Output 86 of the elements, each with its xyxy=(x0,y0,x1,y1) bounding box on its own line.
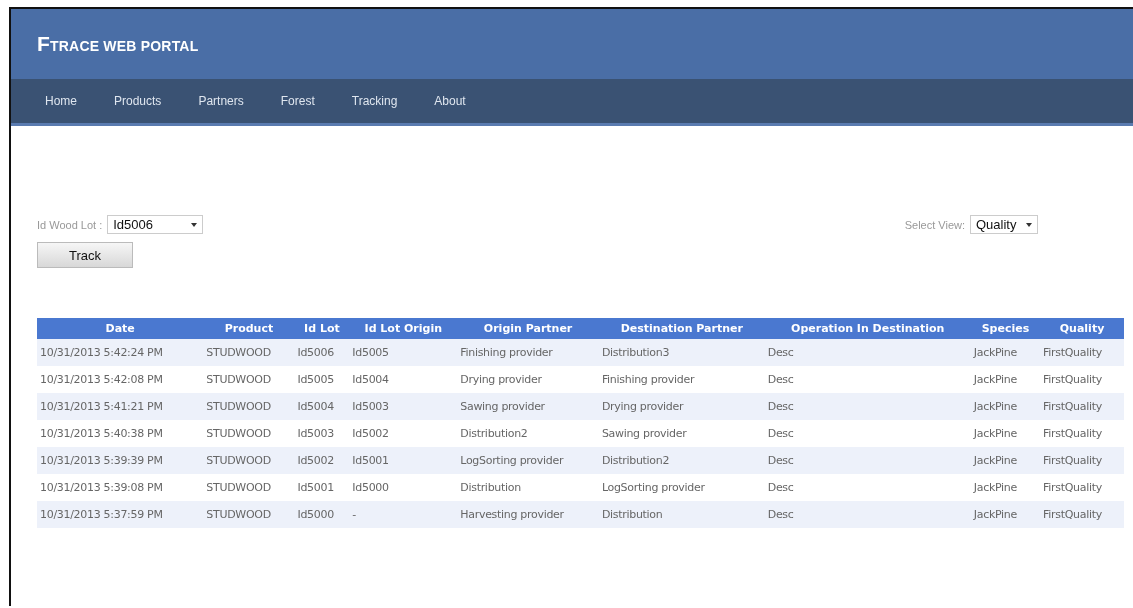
table-cell: Id5001 xyxy=(349,447,458,474)
nav-link[interactable]: About xyxy=(422,94,491,108)
table-cell: Id5000 xyxy=(349,474,458,501)
column-header: Quality xyxy=(1040,318,1124,339)
nav-link[interactable]: Forest xyxy=(268,94,340,108)
table-cell: Distribution2 xyxy=(457,420,599,447)
table-cell: Id5004 xyxy=(294,393,350,420)
table-cell: Desc xyxy=(764,447,971,474)
table-cell: Drying provider xyxy=(598,393,765,420)
table-cell: Id5005 xyxy=(349,339,458,366)
table-cell: Id5004 xyxy=(349,366,458,393)
table-cell: 10/31/2013 5:39:39 PM xyxy=(37,447,204,474)
table-cell: JackPine xyxy=(970,474,1041,501)
table-cell: Distribution3 xyxy=(598,339,765,366)
track-button[interactable]: Track xyxy=(37,242,133,268)
table-cell: Id5006 xyxy=(294,339,350,366)
nav-link[interactable]: Products xyxy=(102,94,187,108)
table-cell: STUDWOOD xyxy=(203,420,295,447)
table-cell: 10/31/2013 5:37:59 PM xyxy=(37,501,204,528)
table-cell: Id5003 xyxy=(349,393,458,420)
nav-link[interactable]: Partners xyxy=(186,94,269,108)
table-cell: 10/31/2013 5:42:08 PM xyxy=(37,366,204,393)
table-cell: LogSorting provider xyxy=(598,474,765,501)
table-cell: Distribution2 xyxy=(598,447,765,474)
table-cell: Desc xyxy=(764,501,971,528)
table-cell: STUDWOOD xyxy=(203,447,295,474)
lot-dropdown[interactable]: Id5006 xyxy=(107,215,204,234)
table-cell: Sawing provider xyxy=(457,393,599,420)
table-cell: Desc xyxy=(764,474,971,501)
table-cell: 10/31/2013 5:40:38 PM xyxy=(37,420,204,447)
table-cell: FirstQuality xyxy=(1040,393,1124,420)
column-header: Operation In Destination xyxy=(764,318,971,339)
table-cell: FirstQuality xyxy=(1040,339,1124,366)
column-header: Product xyxy=(203,318,295,339)
table-cell: FirstQuality xyxy=(1040,447,1124,474)
table-cell: Desc xyxy=(764,366,971,393)
table-cell: Id5001 xyxy=(294,474,350,501)
caret-icon xyxy=(191,222,198,227)
column-header: Species xyxy=(970,318,1041,339)
table-cell: Finishing provider xyxy=(598,366,765,393)
table-cell: Harvesting provider xyxy=(457,501,599,528)
table-cell: Desc xyxy=(764,393,971,420)
table-cell: Id5003 xyxy=(294,420,350,447)
caret-icon xyxy=(1026,222,1032,227)
table-cell: JackPine xyxy=(970,339,1041,366)
table-cell: LogSorting provider xyxy=(457,447,599,474)
table-cell: FirstQuality xyxy=(1040,420,1124,447)
column-header: Id Lot xyxy=(294,318,350,339)
table-cell: Finishing provider xyxy=(457,339,599,366)
lot-label: Id Wood Lot : xyxy=(37,219,103,231)
table-cell: STUDWOOD xyxy=(203,366,295,393)
table-cell: STUDWOOD xyxy=(203,339,295,366)
nav-link[interactable]: Tracking xyxy=(339,94,423,108)
view-label: Select View: xyxy=(904,219,965,231)
table-cell: - xyxy=(349,501,458,528)
column-header: Destination Partner xyxy=(598,318,765,339)
table-cell: Sawing provider xyxy=(598,420,765,447)
table-cell: 10/31/2013 5:42:24 PM xyxy=(37,339,204,366)
table-cell: JackPine xyxy=(970,501,1041,528)
table-cell: JackPine xyxy=(970,393,1041,420)
table-cell: JackPine xyxy=(970,366,1041,393)
table-cell: Drying provider xyxy=(457,366,599,393)
table-cell: FirstQuality xyxy=(1040,366,1124,393)
table-cell: 10/31/2013 5:39:08 PM xyxy=(37,474,204,501)
table-cell: FirstQuality xyxy=(1040,474,1124,501)
column-header: Id Lot Origin xyxy=(349,318,458,339)
table-cell: Id5000 xyxy=(294,501,350,528)
table-cell: 10/31/2013 5:41:21 PM xyxy=(37,393,204,420)
table-cell: STUDWOOD xyxy=(203,501,295,528)
table-cell: JackPine xyxy=(970,447,1041,474)
view-dropdown[interactable]: Quality xyxy=(970,215,1038,234)
table-cell: Distribution xyxy=(598,501,765,528)
table-cell: FirstQuality xyxy=(1040,501,1124,528)
table-cell: STUDWOOD xyxy=(203,393,295,420)
nav-link[interactable]: Home xyxy=(33,94,102,108)
table-cell: Distribution xyxy=(457,474,599,501)
table-cell: Id5002 xyxy=(294,447,350,474)
table-cell: Desc xyxy=(764,339,971,366)
site-title: FTRACE WEB PORTAL xyxy=(37,32,199,56)
table-cell: JackPine xyxy=(970,420,1041,447)
table-cell: Id5002 xyxy=(349,420,458,447)
table-cell: Id5005 xyxy=(294,366,350,393)
column-header: Origin Partner xyxy=(457,318,599,339)
table-cell: STUDWOOD xyxy=(203,474,295,501)
table-cell: Desc xyxy=(764,420,971,447)
column-header: Date xyxy=(37,318,204,339)
